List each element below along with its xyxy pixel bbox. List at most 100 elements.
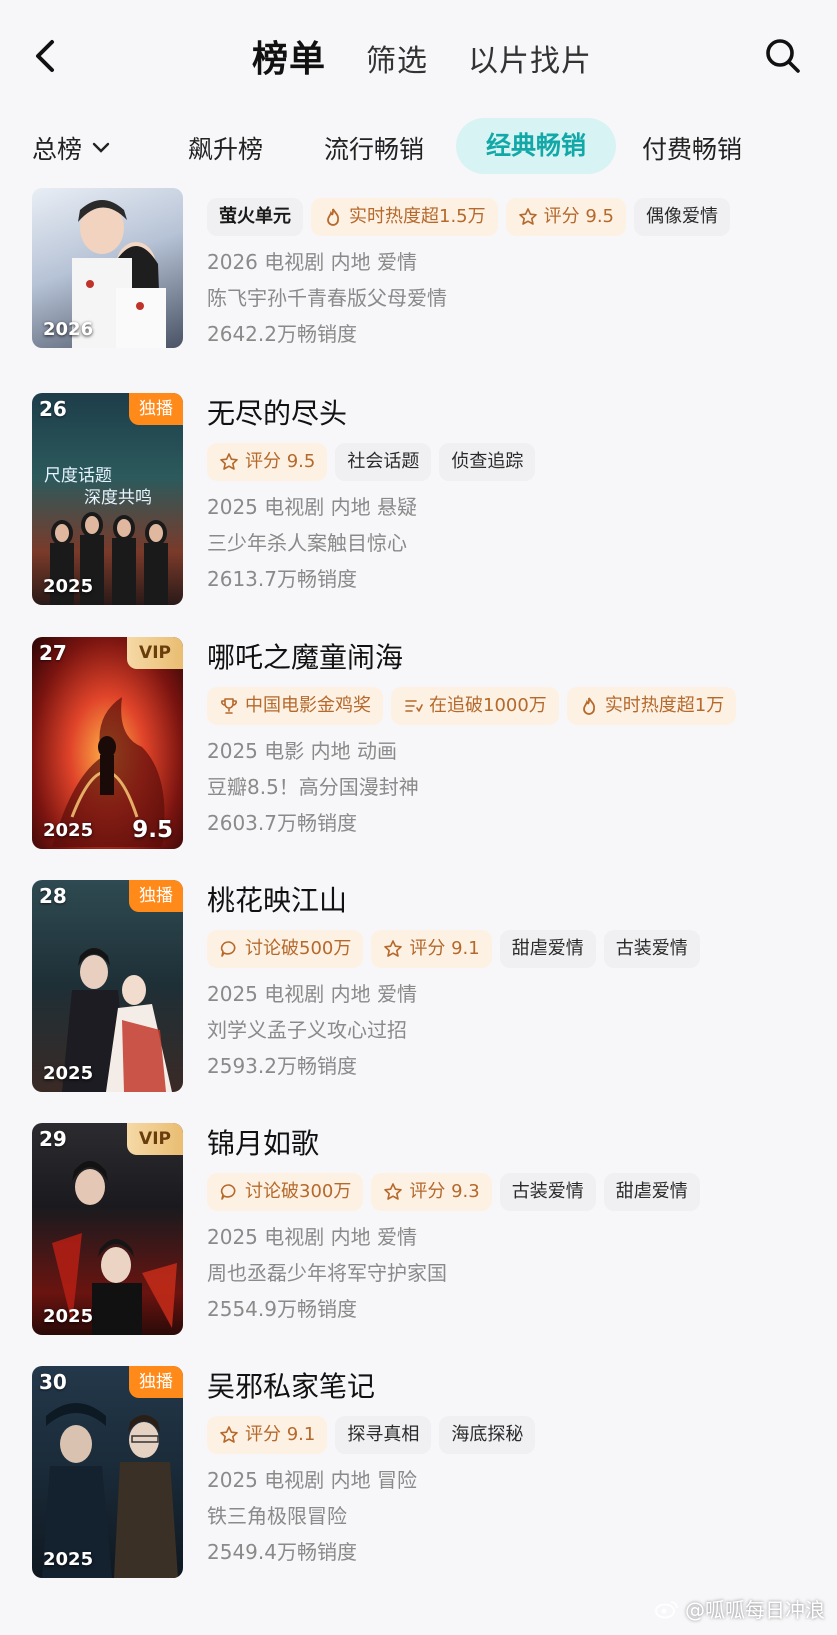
genre-tag: 甜虐爱情 (499, 930, 596, 968)
genre-tag: 侦查追踪 (439, 443, 536, 481)
item-sales: 2554.9万畅销度 (207, 1297, 357, 1321)
rank-number: 26 (39, 397, 67, 421)
tag-row: 讨论破500万 评分 9.1 甜虐爱情 古装爱情 (207, 930, 827, 970)
back-icon[interactable] (30, 36, 64, 76)
item-description: 三少年杀人案触目惊心 (207, 531, 407, 555)
weibo-icon (655, 1600, 678, 1618)
flame-icon (327, 208, 340, 226)
item-sales: 2549.4万畅销度 (207, 1540, 357, 1564)
item-sales: 2642.2万畅销度 (207, 322, 357, 346)
item-title[interactable]: 无尽的尽头 (207, 393, 827, 435)
star-icon (384, 1183, 403, 1200)
discussion-tag: 讨论破300万 (207, 1173, 364, 1211)
rating-tag: 评分 9.1 (207, 1416, 328, 1454)
exclusive-badge: 独播 (129, 393, 183, 425)
item-info: 哪吒之魔童闹海 中国电影金鸡奖 在追破1000万 实时热度超1万 2025 电影… (207, 637, 827, 835)
poster-image[interactable]: 2026 (32, 188, 183, 348)
star-icon (220, 453, 238, 470)
list-item[interactable]: 27 VIP 2025 9.5 哪吒之魔童闹海 中国电影金鸡奖 在追破1000万… (0, 637, 837, 859)
top-tabs: 榜单 筛选 以片找片 (252, 30, 592, 82)
total-ranking-label: 总榜 (32, 135, 83, 164)
poster-year: 2026 (43, 319, 94, 340)
tab-filter[interactable]: 筛选 (366, 36, 428, 80)
comment-icon (220, 1184, 236, 1200)
item-title[interactable]: 哪吒之魔童闹海 (207, 637, 827, 679)
rating-tag: 评分 9.1 (371, 930, 492, 968)
tag-row: 中国电影金鸡奖 在追破1000万 实时热度超1万 (207, 687, 827, 727)
list-item[interactable]: 29 VIP 2025 锦月如歌 讨论破300万 评分 9.3 古装爱情 甜虐爱… (0, 1123, 837, 1345)
following-tag: 在追破1000万 (391, 687, 559, 725)
tag-row: 萤火单元 实时热度超1.5万 评分 9.5 偶像爱情 (207, 198, 827, 238)
tab-rising[interactable]: 飙升榜 (188, 130, 263, 166)
list-item[interactable]: 28 独播 2025 桃花映江山 讨论破500万 评分 9.1 甜虐爱情 古装爱… (0, 880, 837, 1102)
item-info: 桃花映江山 讨论破500万 评分 9.1 甜虐爱情 古装爱情 2025 电视剧 … (207, 880, 827, 1078)
tag: 实时热度超1.5万 (311, 198, 498, 236)
poster-year: 2025 (43, 1549, 94, 1570)
star-icon (220, 1426, 238, 1443)
poster-image[interactable]: 30 独播 2025 (32, 1366, 183, 1578)
item-meta: 2025 电视剧 内地 爱情 (207, 982, 417, 1006)
poster-image[interactable]: 29 VIP 2025 (32, 1123, 183, 1335)
item-sales: 2593.2万畅销度 (207, 1054, 357, 1078)
search-icon[interactable] (764, 36, 802, 76)
genre-tag: 甜虐爱情 (603, 1173, 700, 1211)
flame-icon (582, 697, 595, 715)
item-meta: 2025 电影 内地 动画 (207, 739, 397, 763)
item-info: 无尽的尽头 评分 9.5 社会话题 侦查追踪 2025 电视剧 内地 悬疑 三少… (207, 393, 827, 591)
item-meta: 2025 电视剧 内地 悬疑 (207, 495, 417, 519)
item-title[interactable]: 锦月如歌 (207, 1123, 827, 1165)
item-title[interactable]: 吴邪私家笔记 (207, 1366, 827, 1408)
item-description: 豆瓣8.5！高分国漫封神 (207, 775, 419, 799)
exclusive-badge: 独播 (129, 880, 183, 912)
item-meta: 2026 电视剧 内地 爱情 (207, 250, 417, 274)
tab-find-by-film[interactable]: 以片找片 (468, 36, 592, 80)
exclusive-badge: 独播 (129, 1366, 183, 1398)
trophy-icon (221, 698, 237, 714)
item-title[interactable]: 桃花映江山 (207, 880, 827, 922)
rating-tag: 评分 9.3 (371, 1173, 492, 1211)
poster-image[interactable]: 27 VIP 2025 9.5 (32, 637, 183, 849)
rating-tag: 评分 9.5 (505, 198, 626, 236)
list-item[interactable]: 尺度话题 深度共鸣 26 独播 2025 无尽的尽头 评分 9.5 社会话题 侦… (0, 393, 837, 615)
tab-paid-best-selling[interactable]: 付费畅销 (642, 130, 742, 166)
tab-classic-best-selling[interactable]: 经典畅销 (456, 118, 617, 174)
svg-text:深度共鸣: 深度共鸣 (84, 488, 152, 508)
poster-image[interactable]: 尺度话题 深度共鸣 26 独播 2025 (32, 393, 183, 605)
star-icon (384, 940, 403, 957)
top-nav-bar: 榜单 筛选 以片找片 (0, 0, 837, 110)
poster-year: 2025 (43, 576, 94, 597)
poster-year: 2025 (43, 820, 94, 841)
item-info: 吴邪私家笔记 评分 9.1 探寻真相 海底探秘 2025 电视剧 内地 冒险 铁… (207, 1366, 827, 1564)
list-item[interactable]: 2026 萤火单元 实时热度超1.5万 评分 9.5 偶像爱情 2026 电视剧… (0, 188, 837, 354)
genre-tag: 古装爱情 (499, 1173, 596, 1211)
genre-tag: 社会话题 (335, 443, 432, 481)
category-tabs: 总榜 飙升榜 流行畅销 经典畅销 付费畅销 (0, 118, 837, 180)
vip-badge: VIP (127, 637, 183, 669)
list-item[interactable]: 30 独播 2025 吴邪私家笔记 评分 9.1 探寻真相 海底探秘 2025 … (0, 1366, 837, 1588)
poster-year: 2025 (43, 1306, 94, 1327)
svg-text:尺度话题: 尺度话题 (44, 466, 112, 486)
discussion-tag: 讨论破500万 (207, 930, 364, 968)
list-icon (405, 700, 423, 712)
poster-image[interactable]: 28 独播 2025 (32, 880, 183, 1092)
item-meta: 2025 电视剧 内地 冒险 (207, 1468, 417, 1492)
genre-tag: 古装爱情 (603, 930, 700, 968)
item-sales: 2613.7万畅销度 (207, 567, 357, 591)
poster-score: 9.5 (132, 817, 173, 843)
item-info: 锦月如歌 讨论破300万 评分 9.3 古装爱情 甜虐爱情 2025 电视剧 内… (207, 1123, 827, 1321)
rank-number: 27 (39, 641, 67, 665)
item-description: 刘学义孟子义攻心过招 (207, 1018, 407, 1042)
brand-tag: 萤火单元 (207, 198, 303, 236)
item-description: 铁三角极限冒险 (207, 1504, 347, 1528)
vip-badge: VIP (127, 1123, 183, 1155)
star-icon (518, 208, 537, 225)
comment-icon (220, 941, 236, 957)
tag-row: 评分 9.1 探寻真相 海底探秘 (207, 1416, 827, 1456)
genre-tag: 偶像爱情 (634, 198, 730, 236)
total-ranking-dropdown[interactable]: 总榜 (32, 130, 110, 166)
watermark: @呱呱每日冲浪 (655, 1594, 825, 1623)
item-description: 陈飞宇孙千青春版父母爱情 (207, 286, 447, 310)
tab-popular-best-selling[interactable]: 流行畅销 (324, 130, 424, 166)
item-info: 萤火单元 实时热度超1.5万 评分 9.5 偶像爱情 2026 电视剧 内地 爱… (207, 198, 827, 346)
tab-ranking[interactable]: 榜单 (252, 30, 326, 82)
